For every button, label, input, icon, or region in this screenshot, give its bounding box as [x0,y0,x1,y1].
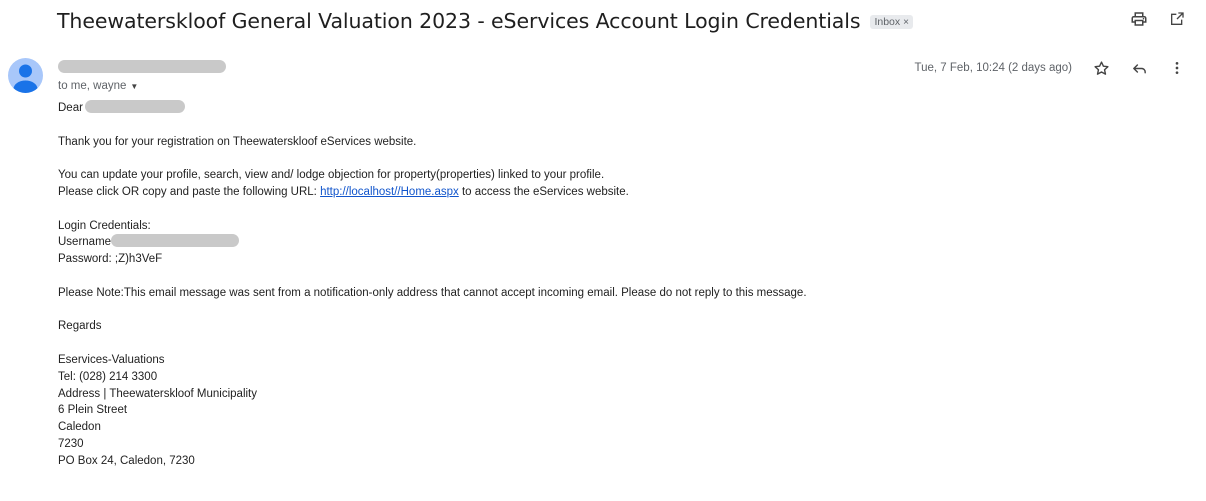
default-avatar-icon[interactable] [8,58,43,93]
signature-line: Address | Theewaterskloof Municipality [58,387,258,400]
inbox-label-text: Inbox [874,16,901,28]
subject-row: Theewaterskloof General Valuation 2023 -… [57,6,913,36]
redaction-bar [84,100,185,113]
to-line-text: to me, wayne [58,80,127,92]
signature-line: Tel: (028) 214 3300 [58,370,158,383]
credentials-title: Login Credentials: [58,219,151,232]
inbox-label-chip[interactable]: Inbox × [870,15,913,29]
username-label: Username [58,236,112,249]
signature-line: Eservices-Valuations [58,353,165,366]
redaction-bar [58,60,226,73]
username-line: Username [58,234,1158,251]
signature-block: Eservices-Valuations Tel: (028) 214 3300… [58,352,1158,470]
signature-line: 7230 [58,437,84,450]
paragraph-url-line: Please click OR copy and paste the follo… [58,184,1158,201]
email-body: Dear Thank you for your registration on … [58,100,1158,470]
notification-note: Please Note:This email message was sent … [58,286,807,299]
email-subject: Theewaterskloof General Valuation 2023 -… [57,9,861,33]
signature-line: 6 Plein Street [58,404,128,417]
signature-line: Caledon [58,421,101,434]
sender-name-redacted [58,60,226,78]
paragraph-thanks: Thank you for your registration on Theew… [58,135,417,148]
redaction-bar [111,234,240,248]
signature-line: PO Box 24, Caledon, 7230 [58,454,195,467]
regards-text: Regards [58,320,102,333]
chevron-down-icon[interactable]: ▼ [130,82,138,91]
recipients-toggle[interactable]: to me, wayne ▼ [58,80,138,92]
reply-icon[interactable] [1128,57,1150,79]
password-line: Password: ;Z)h3VeF [58,253,163,266]
url-suffix-text: to access the eServices website. [458,185,629,198]
star-icon[interactable] [1090,57,1112,79]
eservices-link[interactable]: http://localhost//Home.aspx [320,186,459,198]
message-date: Tue, 7 Feb, 10:24 (2 days ago) [914,62,1072,74]
top-actions [1128,8,1188,30]
print-icon[interactable] [1128,8,1150,30]
url-prefix-text: Please click OR copy and paste the follo… [58,185,321,198]
paragraph-update-profile: You can update your profile, search, vie… [58,169,605,182]
open-in-new-window-icon[interactable] [1166,8,1188,30]
message-meta: Tue, 7 Feb, 10:24 (2 days ago) [915,57,1188,79]
more-vert-icon[interactable] [1166,57,1188,79]
remove-label-icon[interactable]: × [903,17,909,28]
greeting-text: Dear [58,102,83,114]
greeting-line: Dear [58,100,1158,117]
